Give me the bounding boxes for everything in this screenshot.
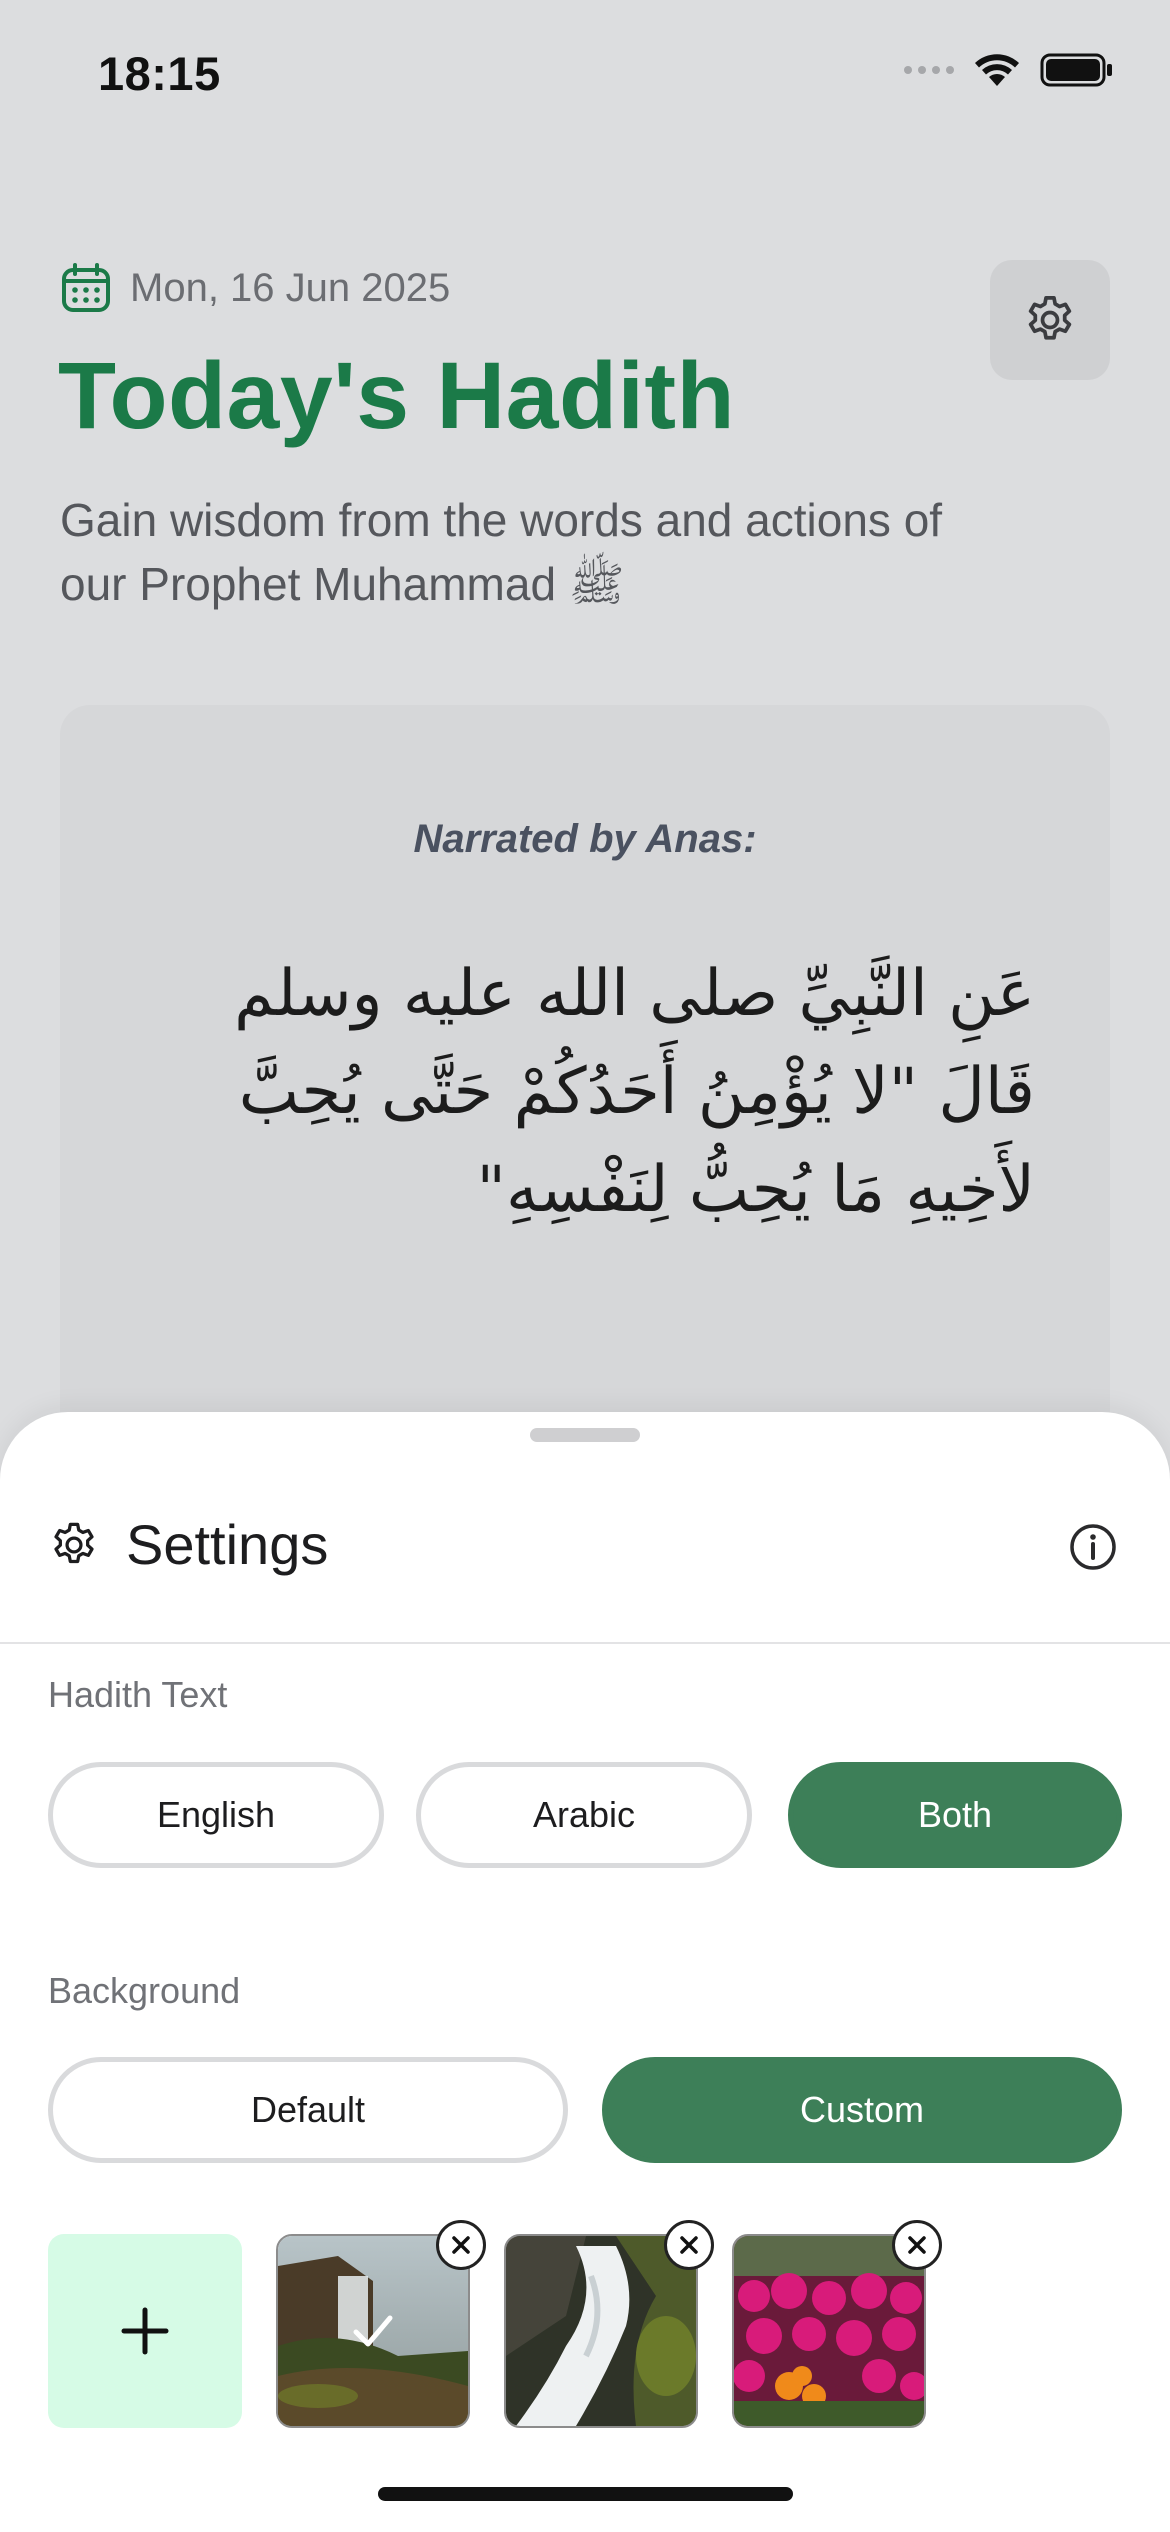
hadith-narrator: Narrated by Anas: bbox=[413, 817, 757, 861]
remove-background-button[interactable] bbox=[664, 2220, 714, 2270]
info-icon[interactable] bbox=[1068, 1522, 1118, 1572]
gear-icon bbox=[54, 1522, 94, 1563]
background-default-button[interactable]: Default bbox=[48, 2057, 568, 2163]
status-bar: 18:15 bbox=[0, 0, 1170, 150]
plus-icon bbox=[121, 2307, 169, 2355]
page-title: Today's Hadith bbox=[58, 343, 736, 449]
background-thumbnail-waterfall-cliff[interactable] bbox=[276, 2234, 470, 2428]
date-row: Mon, 16 Jun 2025 bbox=[60, 262, 450, 314]
hadith-text-label: Hadith Text bbox=[48, 1674, 228, 1715]
battery-icon bbox=[1040, 53, 1112, 87]
flower-garden-image bbox=[734, 2236, 924, 2426]
checkmark-icon bbox=[353, 2315, 393, 2347]
gear-icon bbox=[1028, 295, 1072, 340]
status-time: 18:15 bbox=[98, 47, 221, 100]
home-indicator[interactable] bbox=[378, 2487, 793, 2501]
cellular-signal-icon bbox=[904, 66, 954, 74]
background-custom-button[interactable]: Custom bbox=[602, 2057, 1122, 2163]
sheet-divider bbox=[0, 1642, 1170, 1644]
remove-background-button[interactable] bbox=[436, 2220, 486, 2270]
waterfall-rocks-image bbox=[506, 2236, 696, 2426]
background-thumbnail-flower-garden[interactable] bbox=[732, 2234, 926, 2428]
background-label: Background bbox=[48, 1970, 241, 2011]
close-icon bbox=[680, 2236, 698, 2254]
status-icons bbox=[904, 52, 1114, 88]
remove-background-button[interactable] bbox=[892, 2220, 942, 2270]
wifi-icon bbox=[975, 54, 1019, 86]
hadith-text-arabic-button[interactable]: Arabic bbox=[416, 1762, 752, 1868]
sheet-header: Settings bbox=[48, 1512, 328, 1577]
close-icon bbox=[908, 2236, 926, 2254]
date-label: Mon, 16 Jun 2025 bbox=[130, 265, 451, 310]
settings-button[interactable] bbox=[990, 260, 1110, 380]
sheet-title: Settings bbox=[126, 1513, 329, 1576]
hadith-arabic-text: عَنِ النَّبِيِّ صلى الله عليه وسلم قَالَ… bbox=[234, 957, 1035, 1227]
hadith-card: Narrated by Anas: عَنِ النَّبِيِّ صلى ال… bbox=[60, 705, 1110, 1465]
hadith-text-english-button[interactable]: English bbox=[48, 1762, 384, 1868]
close-icon bbox=[452, 2236, 470, 2254]
hadith-text-both-button[interactable]: Both bbox=[788, 1762, 1122, 1868]
page-subtitle: Gain wisdom from the words and actions o… bbox=[60, 494, 943, 610]
calendar-icon bbox=[62, 263, 110, 312]
add-background-button[interactable] bbox=[48, 2234, 242, 2428]
background-thumbnail-waterfall-rocks[interactable] bbox=[504, 2234, 698, 2428]
settings-sheet: Settings Hadith Text English Arabic Both… bbox=[0, 1412, 1170, 2532]
sheet-grabber[interactable] bbox=[530, 1428, 640, 1442]
